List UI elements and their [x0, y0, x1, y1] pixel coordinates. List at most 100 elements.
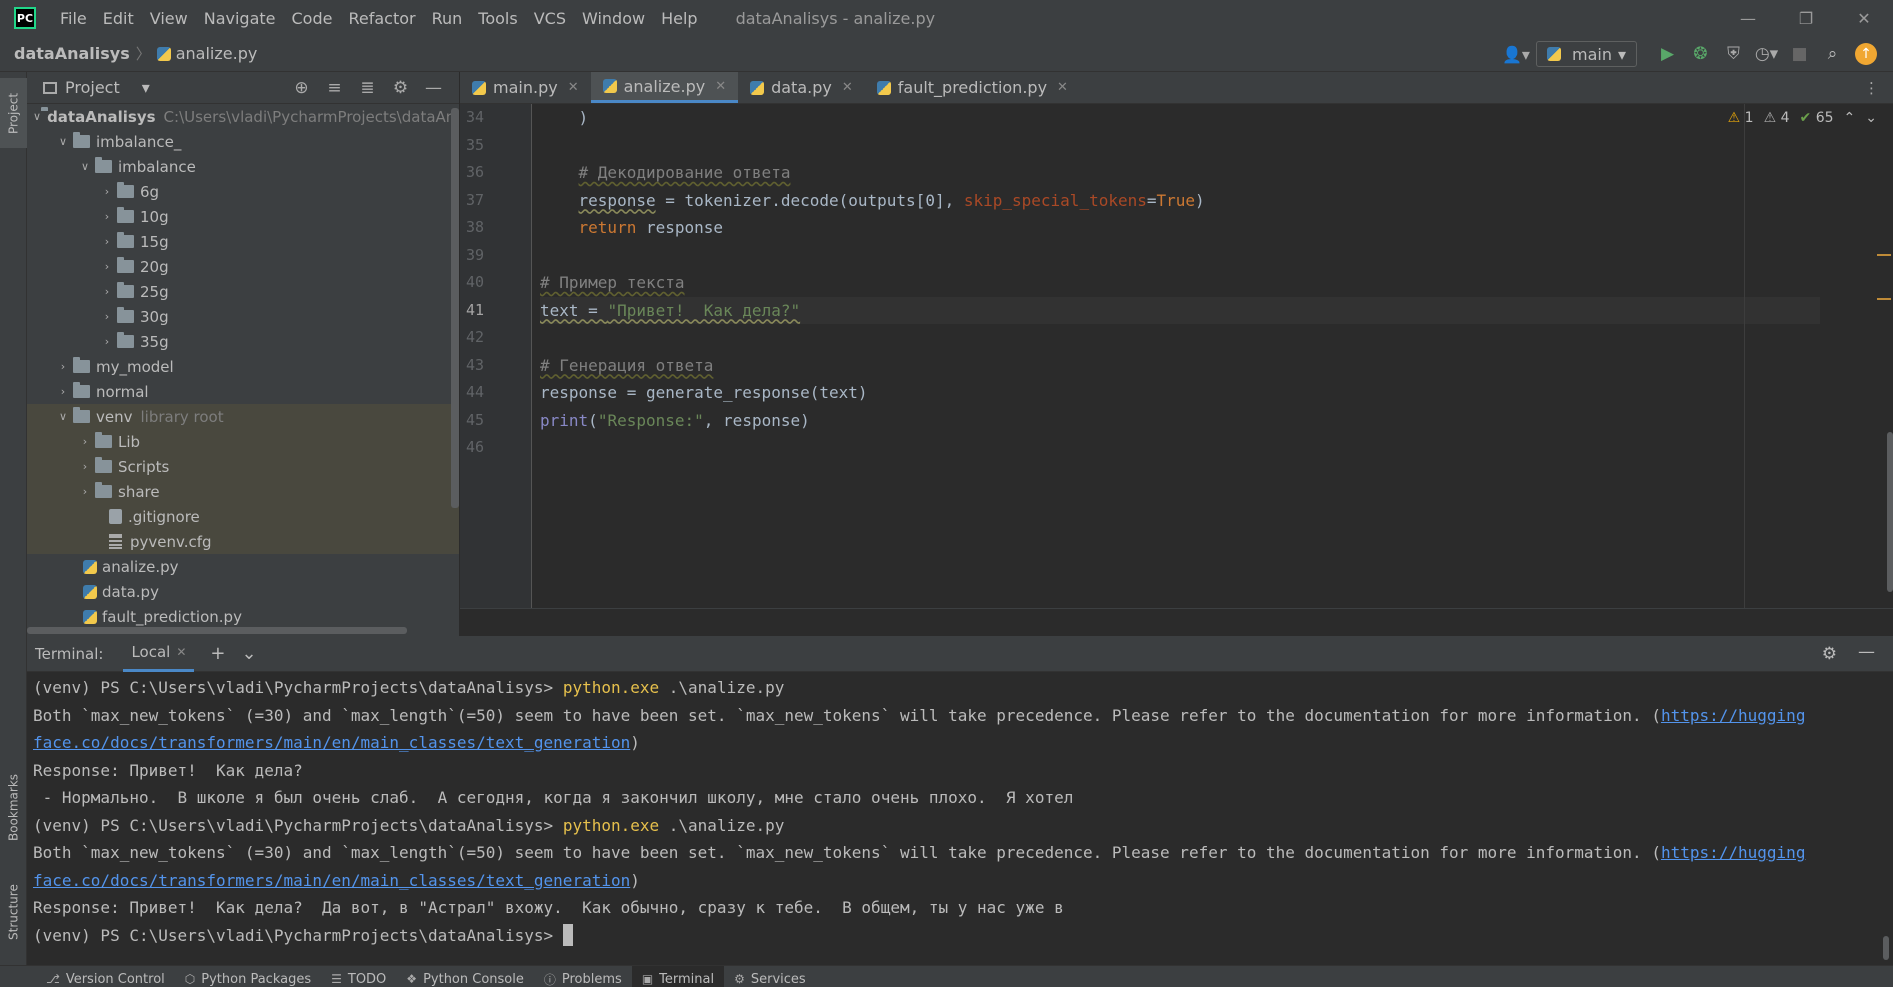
gear-icon[interactable]: ⚙ — [1822, 644, 1837, 664]
documentation-link[interactable]: face.co/docs/transformers/main/en/main_c… — [33, 733, 630, 752]
menu-code[interactable]: Code — [284, 9, 341, 28]
tree-item-25g[interactable]: › 25g — [27, 279, 459, 304]
terminal-vertical-scrollbar[interactable] — [1883, 936, 1889, 960]
inspection-widget[interactable]: ⚠ 1 ⚠ 4 ✔ 65 ⌃ ⌄ — [1728, 110, 1877, 126]
tab-data-py[interactable]: data.py ✕ — [738, 72, 865, 103]
user-account-icon[interactable]: 👤▾ — [1496, 45, 1536, 64]
project-view-select[interactable]: Project ▾ — [43, 78, 150, 97]
tool-version-control[interactable]: ⎇ Version Control — [36, 966, 175, 987]
project-vertical-scrollbar[interactable] — [451, 108, 459, 508]
hide-panel-icon[interactable]: — — [417, 78, 450, 98]
minimize-window-icon[interactable]: — — [1719, 0, 1777, 36]
tree-item-label: .gitignore — [128, 507, 200, 526]
tree-item-15g[interactable]: › 15g — [27, 229, 459, 254]
tree-item-dataanalisys[interactable]: ∨ dataAnalisys C:\Users\vladi\PycharmProje… — [27, 104, 459, 129]
terminal-output[interactable]: (venv) PS C:\Users\vladi\PycharmProjects… — [33, 674, 1883, 949]
tree-item-lib[interactable]: › Lib — [27, 429, 459, 454]
documentation-link[interactable]: face.co/docs/transformers/main/en/main_c… — [33, 871, 630, 890]
menu-tools[interactable]: Tools — [470, 9, 525, 28]
code-comment: # Декодирование ответа — [578, 163, 791, 182]
tree-item-pyvenv-cfg[interactable]: pyvenv.cfg — [27, 529, 459, 554]
breadcrumb-file[interactable]: analize.py — [156, 44, 257, 63]
tree-item-10g[interactable]: › 10g — [27, 204, 459, 229]
profile-icon[interactable]: ◷▾ — [1750, 44, 1783, 64]
documentation-link[interactable]: https://hugging — [1661, 843, 1806, 862]
tree-item-35g[interactable]: › 35g — [27, 329, 459, 354]
library-root-label: library root — [140, 407, 224, 426]
tree-item-normal[interactable]: › normal — [27, 379, 459, 404]
update-icon[interactable]: ↑ — [1855, 43, 1877, 65]
tree-item-analize-py[interactable]: analize.py — [27, 554, 459, 579]
tree-item-share[interactable]: › share — [27, 479, 459, 504]
tree-item-scripts[interactable]: › Scripts — [27, 454, 459, 479]
close-tab-icon[interactable]: ✕ — [715, 79, 726, 94]
tree-item-30g[interactable]: › 30g — [27, 304, 459, 329]
tree-item-gitignore[interactable]: .gitignore — [27, 504, 459, 529]
tab-main-py[interactable]: main.py ✕ — [460, 72, 591, 103]
menu-refactor[interactable]: Refactor — [340, 9, 423, 28]
collapse-all-icon[interactable]: ≣ — [351, 78, 384, 98]
locate-file-icon[interactable]: ⊕ — [285, 78, 318, 98]
documentation-link[interactable]: https://hugging — [1661, 706, 1806, 725]
menu-navigate[interactable]: Navigate — [196, 9, 284, 28]
warning-stripe-marker[interactable] — [1877, 298, 1891, 300]
search-icon[interactable]: ⌕ — [1816, 44, 1849, 64]
tree-item-20g[interactable]: › 20g — [27, 254, 459, 279]
tree-item-label: data.py — [102, 582, 159, 601]
chevron-down-icon[interactable]: ⌄ — [242, 643, 257, 664]
tab-analize-py[interactable]: analize.py ✕ — [590, 72, 739, 103]
terminal-line: (venv) PS C:\Users\vladi\PycharmProjects… — [33, 812, 1883, 840]
tool-services[interactable]: ⚙ Services — [724, 966, 816, 987]
terminal-prompt: (venv) PS C:\Users\vladi\PycharmProjects… — [33, 925, 563, 945]
restore-window-icon[interactable]: ❐ — [1777, 0, 1835, 36]
python-config-icon — [1546, 47, 1561, 61]
project-horizontal-scrollbar[interactable] — [27, 627, 407, 634]
editor-vertical-scrollbar[interactable] — [1887, 432, 1893, 592]
tab-fault-prediction-py[interactable]: fault_prediction.py ✕ — [865, 72, 1080, 103]
menu-vcs[interactable]: VCS — [526, 9, 574, 28]
breadcrumb-project[interactable]: dataAnalisys — [14, 44, 130, 63]
tree-item-fault-prediction-py[interactable]: fault_prediction.py — [27, 604, 459, 629]
close-window-icon[interactable]: ✕ — [1835, 0, 1893, 36]
expand-all-icon[interactable]: ≡ — [318, 78, 351, 98]
menu-file[interactable]: File — [52, 9, 95, 28]
menu-window[interactable]: Window — [574, 9, 653, 28]
tree-item-6g[interactable]: › 6g — [27, 179, 459, 204]
menu-help[interactable]: Help — [653, 9, 705, 28]
coverage-icon[interactable]: ⛨ — [1717, 44, 1750, 64]
tool-problems[interactable]: ⓘ Problems — [534, 966, 632, 987]
tree-item-venv[interactable]: ∨ venv library root — [27, 404, 459, 429]
debug-icon[interactable]: ❂ — [1684, 44, 1717, 64]
close-tab-icon[interactable]: ✕ — [1057, 80, 1068, 95]
tree-item-data-py[interactable]: data.py — [27, 579, 459, 604]
tool-python-console[interactable]: ❖ Python Console — [396, 966, 534, 987]
project-tool-button[interactable]: Project — [0, 78, 27, 148]
tree-item-my-model[interactable]: › my_model — [27, 354, 459, 379]
tool-terminal[interactable]: ▣ Terminal — [631, 966, 725, 987]
menu-run[interactable]: Run — [424, 9, 471, 28]
previous-highlight-icon[interactable]: ⌃ — [1844, 110, 1856, 126]
line-number: 43 — [466, 355, 485, 374]
close-tab-icon[interactable]: ✕ — [176, 645, 186, 659]
stop-icon[interactable]: ■ — [1783, 44, 1816, 64]
gear-icon[interactable]: ⚙ — [384, 78, 417, 98]
tree-item-imbalance[interactable]: ∨ imbalance — [27, 154, 459, 179]
code-area[interactable]: ) # Декодирование ответа response = toke… — [540, 104, 1820, 608]
more-tabs-icon[interactable]: ⋮ — [1850, 72, 1893, 103]
hide-panel-icon[interactable]: — — [1858, 642, 1875, 662]
tree-item-imbalance_[interactable]: ∨ imbalance_ — [27, 129, 459, 154]
tab-local-terminal[interactable]: Local ✕ — [123, 636, 195, 672]
run-configuration-select[interactable]: main ▾ — [1535, 41, 1637, 67]
menu-view[interactable]: View — [142, 9, 196, 28]
structure-tool-button[interactable]: Structure — [0, 872, 27, 952]
tool-todo[interactable]: ☰ TODO — [321, 966, 396, 987]
tool-python-packages[interactable]: ⬡ Python Packages — [175, 966, 321, 987]
warning-stripe-marker[interactable] — [1877, 254, 1891, 256]
run-icon[interactable]: ▶ — [1651, 44, 1684, 64]
new-terminal-icon[interactable]: + — [210, 643, 225, 664]
bookmarks-tool-button[interactable]: Bookmarks — [0, 762, 27, 852]
next-highlight-icon[interactable]: ⌄ — [1865, 110, 1877, 126]
close-tab-icon[interactable]: ✕ — [568, 80, 579, 95]
close-tab-icon[interactable]: ✕ — [842, 80, 853, 95]
menu-edit[interactable]: Edit — [95, 9, 142, 28]
